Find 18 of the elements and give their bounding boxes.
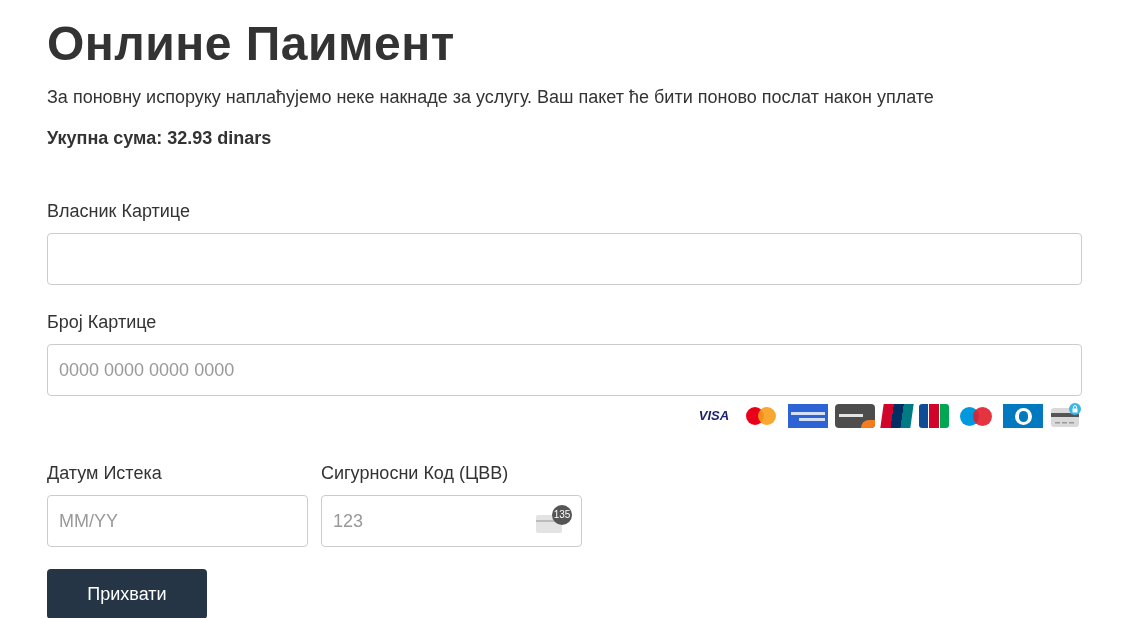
input-field[interactable]: 0000 0000 0000 0000 [47,344,1082,396]
submit-button[interactable]: Прихвати [47,569,207,618]
field-label: Број Картице [47,311,157,334]
input-field[interactable] [47,233,1082,285]
page-title: Онлине Паимент [47,16,455,72]
card-logo-icon [919,404,949,428]
description-text: За поновну испоруку наплаћујемо неке накнаде за услугу. Ваш пакет ће бити поново послат након уплате [47,86,934,109]
field-label: Датум Истека [47,462,162,485]
card-logo-icon [1050,403,1082,429]
card-logo-icon [835,404,875,428]
card-logo-icon [880,404,914,428]
input-field[interactable]: MM/YY [47,495,308,547]
field-label: Сигурносни Код (ЦВВ) [321,462,509,485]
total-amount: Укупна сума: 32.93 dinars [47,127,272,150]
field-label: Власник Картице [47,200,190,223]
card-logo-icon: VISA [694,404,734,428]
card-logo-icon [788,404,828,428]
card-logo-icon [1003,404,1043,428]
